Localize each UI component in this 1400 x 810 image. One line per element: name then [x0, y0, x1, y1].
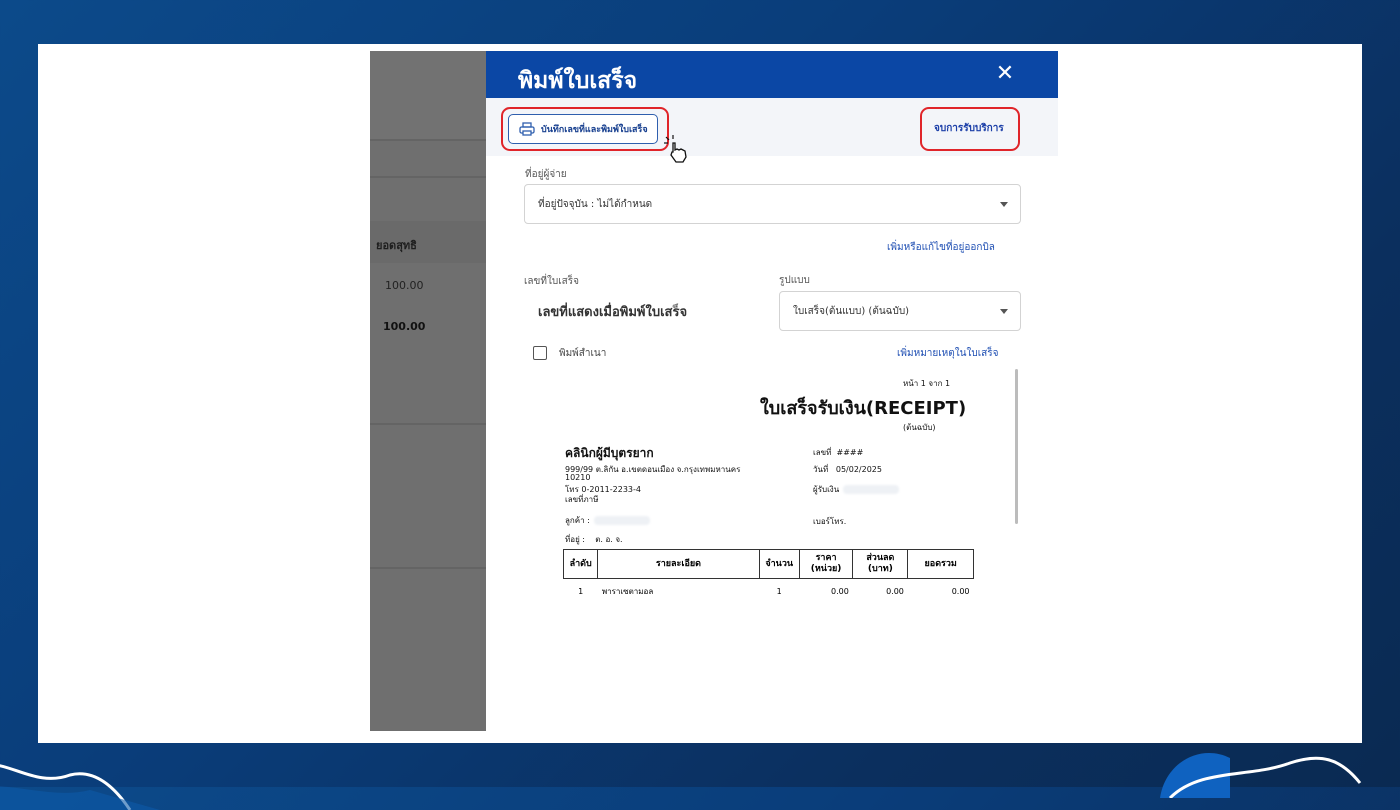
receipt-address-label: ที่อยู่ : — [565, 535, 586, 544]
chevron-down-icon — [1000, 309, 1008, 314]
clinic-address-line2: 10210 — [565, 473, 591, 482]
end-service-button[interactable]: จบการรับบริการ — [934, 121, 1004, 136]
edit-address-link[interactable]: เพิ่มหรือแก้ไขที่อยู่ออกบิล — [887, 240, 995, 255]
clinic-address-line1: 999/99 ต.ลิกัน อ.เขตดอนเมือง จ.กรุงเทพมห… — [565, 465, 741, 474]
column-header: ลำดับ — [562, 549, 599, 579]
print-copy-checkbox[interactable] — [533, 346, 547, 360]
background-total-value: 100.00 — [383, 320, 426, 333]
receiver-label: ผู้รับเงิน — [813, 485, 840, 494]
decorative-wave — [1160, 752, 1362, 798]
receipt-date-label: วันที่ — [813, 465, 829, 474]
chevron-down-icon — [1000, 202, 1008, 207]
clinic-name: คลินิกผู้มีบุตรยาก — [565, 446, 654, 460]
table-cell: 1 — [776, 587, 782, 596]
clinic-tax-id-label: เลขที่ภาษี — [565, 495, 599, 504]
print-copy-label: พิมพ์สำเนา — [559, 348, 607, 359]
invoice-number-label: เลขที่ใบเสร็จ — [524, 276, 579, 287]
invoice-number-value: เลขที่แสดงเมื่อพิมพ์ใบเสร็จ — [538, 305, 688, 320]
column-header: ราคา (หน่วย) — [798, 549, 854, 579]
format-value: ใบเสร็จ(ต้นแบบ) (ต้นฉบับ) — [793, 305, 910, 317]
table-cell: พาราเซตามอล — [601, 587, 654, 596]
seller-address-value: ที่อยู่ปัจจุบัน : ไม่ได้กำหนด — [538, 198, 653, 210]
receipt-page-info: หน้า 1 จาก 1 — [903, 379, 951, 388]
receipt-items-table: ลำดับ รายละเอียด จำนวน ราคา (หน่วย) ส่วน… — [562, 549, 974, 605]
receipt-date-value: 05/02/2025 — [835, 465, 882, 474]
background-row-value: 100.00 — [385, 279, 424, 292]
receipt-title: ใบเสร็จรับเงิน(RECEIPT) — [760, 398, 967, 419]
table-row: 1 พาราเซตามอล 1 0.00 0.00 0.00 — [564, 579, 974, 605]
column-header: รายละเอียด — [597, 549, 760, 579]
seller-address-label: ที่อยู่ผู้จ่าย — [525, 169, 567, 180]
receipt-number-label: เลขที่ — [813, 448, 832, 457]
modal-title: พิมพ์ใบเสร็จ — [518, 68, 638, 94]
receipt-number-value: #### — [836, 448, 864, 457]
column-header: จำนวน — [758, 549, 800, 579]
customer-label: ลูกค้า : — [565, 516, 590, 525]
column-header: ส่วนลด (บาท) — [852, 549, 909, 579]
close-icon[interactable]: ✕ — [992, 61, 1018, 87]
hand-cursor-icon — [664, 135, 687, 163]
save-and-print-label: บันทึกเลขที่และพิมพ์ใบเสร็จ — [541, 125, 648, 135]
table-cell: 0.00 — [951, 587, 970, 596]
receipt-copy-type: (ต้นฉบับ) — [903, 423, 936, 432]
modal-header: พิมพ์ใบเสร็จ ✕ — [486, 51, 1058, 98]
receipt-address: ที่อยู่ : ต. อ. จ. — [565, 533, 623, 546]
receipt-address-value: ต. อ. จ. — [595, 535, 623, 544]
seller-address-select[interactable]: ที่อยู่ปัจจุบัน : ไม่ได้กำหนด — [524, 184, 1021, 224]
redacted-text — [593, 516, 650, 525]
save-and-print-button[interactable]: บันทึกเลขที่และพิมพ์ใบเสร็จ — [508, 114, 658, 144]
print-receipt-modal: พิมพ์ใบเสร็จ ✕ บันทึกเลขที่และพิมพ์ใบเสร… — [486, 51, 1058, 731]
format-select[interactable]: ใบเสร็จ(ต้นแบบ) (ต้นฉบับ) — [779, 291, 1021, 331]
receipt-number: เลขที่ #### — [813, 446, 863, 459]
background-app-overlay — [370, 51, 486, 731]
table-cell: 0.00 — [886, 587, 904, 596]
table-cell: 0.00 — [831, 587, 849, 596]
preview-scrollbar[interactable] — [1015, 369, 1018, 524]
receipt-phone-label: เบอร์โทร. — [813, 517, 847, 526]
table-cell: 1 — [578, 587, 584, 596]
column-header: ยอดรวม — [907, 549, 974, 579]
table-header-row: ลำดับ รายละเอียด จำนวน ราคา (หน่วย) ส่วน… — [562, 549, 974, 579]
format-label: รูปแบบ — [779, 275, 810, 286]
background-column-header: ยอดสุทธิ — [376, 239, 417, 252]
receipt-date: วันที่ 05/02/2025 — [813, 463, 882, 476]
redacted-text — [843, 485, 900, 494]
printer-icon — [519, 122, 535, 136]
add-note-link[interactable]: เพิ่มหมายเหตุในใบเสร็จ — [897, 346, 998, 361]
receipt-receiver: ผู้รับเงิน — [813, 483, 900, 496]
receipt-customer: ลูกค้า : — [565, 514, 650, 527]
